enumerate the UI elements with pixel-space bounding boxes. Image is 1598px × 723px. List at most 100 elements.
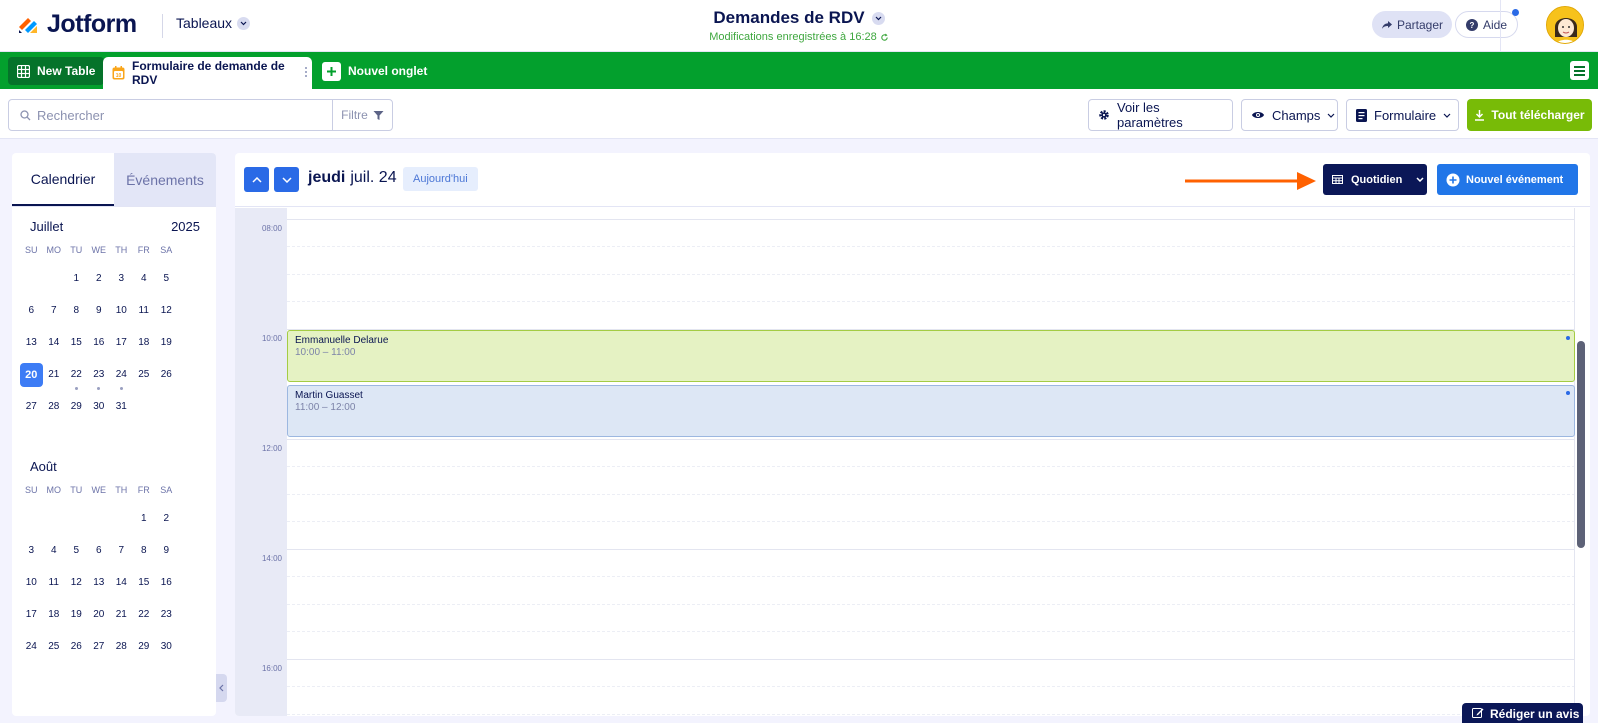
- previous-day-button[interactable]: [244, 167, 269, 192]
- share-button[interactable]: Partager: [1372, 11, 1453, 38]
- day-cell[interactable]: 4: [133, 267, 156, 291]
- day-cell[interactable]: 16: [155, 571, 178, 595]
- search-input[interactable]: [31, 100, 336, 130]
- today-button[interactable]: Aujourd'hui: [403, 167, 478, 191]
- download-all-button[interactable]: Tout télécharger: [1467, 99, 1592, 131]
- help-button[interactable]: ? Aide: [1455, 9, 1520, 38]
- day-cell[interactable]: 7: [110, 539, 133, 563]
- download-icon: [1474, 109, 1485, 121]
- time-grid[interactable]: 08:00 10:00 12:00 14:00 16:00 Emmanuelle…: [235, 208, 1590, 716]
- day-cell[interactable]: 2: [88, 267, 111, 291]
- day-cell[interactable]: 6: [88, 539, 111, 563]
- write-review-button[interactable]: Rédiger un avis: [1462, 703, 1583, 723]
- day-cell[interactable]: 16: [88, 331, 111, 355]
- day-cell[interactable]: 9: [88, 299, 111, 323]
- day-cell[interactable]: 8: [133, 539, 156, 563]
- fields-button[interactable]: Champs: [1241, 99, 1338, 131]
- day-cell[interactable]: 5: [155, 267, 178, 291]
- day-cell[interactable]: 4: [43, 539, 66, 563]
- form-button[interactable]: Formulaire: [1346, 99, 1459, 131]
- day-cell[interactable]: 14: [43, 331, 66, 355]
- day-cell[interactable]: 11: [133, 299, 156, 323]
- refresh-icon: [880, 33, 889, 42]
- day-cell[interactable]: 11: [43, 571, 66, 595]
- day-cell[interactable]: 17: [110, 331, 133, 355]
- day-cell[interactable]: 10: [110, 299, 133, 323]
- tab-events[interactable]: Événements: [114, 153, 216, 206]
- avatar[interactable]: [1546, 6, 1584, 44]
- day-cell[interactable]: 24: [110, 363, 133, 390]
- day-cell[interactable]: 5: [65, 539, 88, 563]
- day-cell[interactable]: 28: [43, 395, 66, 419]
- tab-appointment-form[interactable]: 10 Formulaire de demande de RDV: [103, 57, 312, 89]
- add-tab-button[interactable]: Nouvel onglet: [322, 58, 427, 84]
- event-card[interactable]: Emmanuelle Delarue 10:00 – 11:00: [287, 330, 1575, 382]
- day-cell[interactable]: 25: [43, 635, 66, 659]
- day-cell[interactable]: 1: [133, 507, 156, 531]
- day-cell[interactable]: 23: [155, 603, 178, 627]
- day-cell[interactable]: 20: [20, 363, 43, 387]
- view-selector-button[interactable]: Quotidien: [1323, 164, 1427, 195]
- filter-button[interactable]: Filtre: [332, 100, 392, 130]
- collapse-panel-button[interactable]: [216, 674, 227, 702]
- day-cell[interactable]: 26: [155, 363, 178, 387]
- day-cell[interactable]: 29: [65, 395, 88, 419]
- day-cell[interactable]: 20: [88, 603, 111, 627]
- quarter-line: [287, 521, 1575, 522]
- day-cell[interactable]: 18: [133, 331, 156, 355]
- more-options-icon[interactable]: [305, 67, 307, 77]
- day-cell[interactable]: 21: [110, 603, 133, 627]
- new-event-button[interactable]: Nouvel événement: [1437, 164, 1578, 195]
- day-cell[interactable]: 6: [20, 299, 43, 323]
- day-cell[interactable]: 17: [20, 603, 43, 627]
- tables-menu[interactable]: Tableaux: [176, 15, 251, 31]
- day-cell[interactable]: 7: [43, 299, 66, 323]
- day-cell[interactable]: 14: [110, 571, 133, 595]
- day-cell[interactable]: 22: [65, 363, 88, 390]
- day-cell[interactable]: 15: [133, 571, 156, 595]
- weekday-label: WE: [91, 245, 107, 255]
- hamburger-menu-icon[interactable]: [1570, 61, 1589, 80]
- day-cell[interactable]: 1: [65, 267, 88, 291]
- tab-new-table[interactable]: New Table: [8, 57, 105, 85]
- day-cell[interactable]: 10: [20, 571, 43, 595]
- day-cell[interactable]: 23: [88, 363, 111, 390]
- month-name: Août: [30, 459, 57, 474]
- day-cell[interactable]: 27: [20, 395, 43, 419]
- day-cell[interactable]: 31: [110, 395, 133, 419]
- day-cell[interactable]: 9: [155, 539, 178, 563]
- day-cell[interactable]: 21: [43, 363, 66, 387]
- scrollbar[interactable]: [1577, 341, 1585, 548]
- day-cell[interactable]: 15: [65, 331, 88, 355]
- event-card[interactable]: Martin Guasset 11:00 – 12:00: [287, 385, 1575, 437]
- day-cell[interactable]: 3: [20, 539, 43, 563]
- day-cell[interactable]: 13: [88, 571, 111, 595]
- page-title[interactable]: Demandes de RDV: [560, 8, 1038, 28]
- day-cell[interactable]: 12: [155, 299, 178, 323]
- day-cell[interactable]: 8: [65, 299, 88, 323]
- week-row: 12: [20, 503, 208, 535]
- day-cell[interactable]: 12: [65, 571, 88, 595]
- week-row: 13 14 15 16 17 18 19: [20, 327, 208, 359]
- day-cell[interactable]: 3: [110, 267, 133, 291]
- day-cell[interactable]: 18: [43, 603, 66, 627]
- day-cell[interactable]: 30: [155, 635, 178, 659]
- day-cell[interactable]: 2: [155, 507, 178, 531]
- day-cell[interactable]: 19: [155, 331, 178, 355]
- day-cell[interactable]: 13: [20, 331, 43, 355]
- jotform-logo[interactable]: Jotform: [16, 10, 137, 39]
- view-settings-button[interactable]: Voir les paramètres: [1088, 99, 1233, 131]
- day-cell[interactable]: 27: [88, 635, 111, 659]
- day-cell[interactable]: 19: [65, 603, 88, 627]
- quarter-line: [287, 466, 1575, 467]
- day-cell[interactable]: 24: [20, 635, 43, 659]
- day-cell[interactable]: 26: [65, 635, 88, 659]
- empty-day-cell: [43, 507, 66, 531]
- day-cell[interactable]: 22: [133, 603, 156, 627]
- day-cell[interactable]: 25: [133, 363, 156, 387]
- day-cell[interactable]: 28: [110, 635, 133, 659]
- day-cell[interactable]: 29: [133, 635, 156, 659]
- day-cell[interactable]: 30: [88, 395, 111, 419]
- tab-calendar[interactable]: Calendrier: [12, 153, 114, 206]
- next-day-button[interactable]: [274, 167, 299, 192]
